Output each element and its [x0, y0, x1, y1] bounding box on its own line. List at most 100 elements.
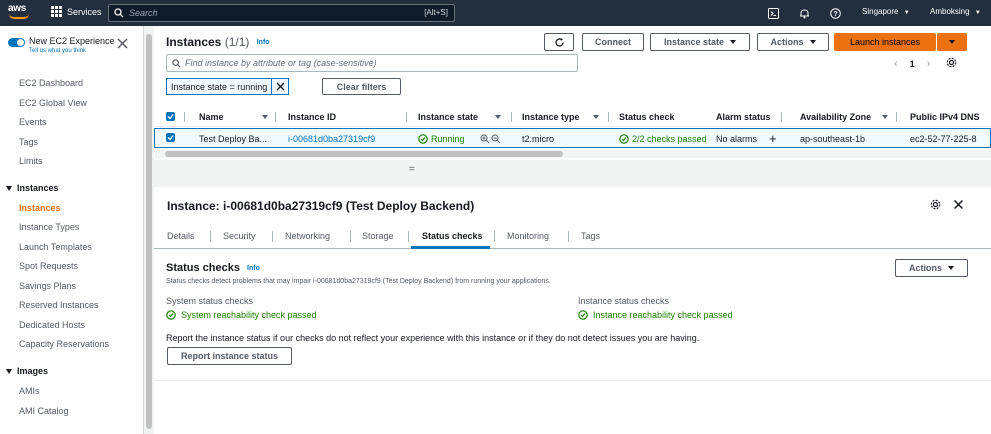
sort-down-icon[interactable]	[593, 115, 599, 119]
tab-separator	[494, 231, 495, 242]
column-header-public-ipv4-dns[interactable]: Public IPv4 DNS	[910, 112, 980, 122]
horizontal-scrollbar[interactable]	[155, 150, 991, 158]
add-alarm-icon[interactable]: +	[769, 131, 777, 146]
close-icon[interactable]	[953, 199, 964, 212]
cell-name: Test Deploy Ba...	[199, 134, 268, 144]
close-icon[interactable]	[272, 82, 288, 91]
sidebar-item-capacity-reservations[interactable]: Capacity Reservations	[19, 339, 109, 349]
close-icon[interactable]	[117, 38, 129, 50]
sort-down-icon[interactable]	[882, 115, 888, 119]
cloudshell-icon[interactable]	[766, 6, 780, 20]
column-header-instance-state[interactable]: Instance state	[418, 112, 478, 122]
zoom-in-icon[interactable]	[480, 134, 490, 144]
sidebar-item-tags[interactable]: Tags	[19, 137, 38, 147]
caret-down-icon	[6, 368, 12, 374]
sidebar-item-instance-types[interactable]: Instance Types	[19, 222, 79, 232]
scrollbar-thumb[interactable]	[146, 34, 152, 429]
toggle-switch[interactable]	[8, 38, 25, 47]
sidebar-section-images[interactable]: Images	[6, 366, 48, 376]
info-link[interactable]: Info	[257, 39, 270, 46]
filter-chip: Instance state = running	[166, 78, 290, 95]
column-header-status-check[interactable]: Status check	[619, 112, 675, 122]
clear-filters-button[interactable]: Clear filters	[322, 78, 401, 95]
page-number[interactable]: 1	[910, 59, 915, 69]
check-circle-icon	[418, 134, 428, 144]
actions-button[interactable]: Actions	[895, 259, 968, 277]
tab-security[interactable]: Security	[223, 231, 256, 241]
chevron-right-icon[interactable]: ›	[927, 58, 931, 70]
check-circle-icon	[166, 310, 176, 320]
tab-status-checks[interactable]: Status checks	[422, 231, 483, 241]
tab-monitoring[interactable]: Monitoring	[507, 231, 549, 241]
find-instance-input[interactable]	[185, 58, 565, 68]
instance-id-link[interactable]: i-00681d0ba27319cf9	[288, 134, 375, 144]
new-experience-toggle[interactable]: New EC2 Experience Tell us what you thin…	[8, 36, 115, 54]
sidebar-section-instances[interactable]: Instances	[6, 183, 59, 193]
sidebar-scrollbar[interactable]	[145, 26, 153, 434]
split-drag-handle[interactable]: =	[409, 164, 415, 175]
region-selector[interactable]: Singapore ▼	[862, 7, 910, 16]
tab-storage[interactable]: Storage	[362, 231, 394, 241]
sidebar-item-amis[interactable]: AMIs	[19, 386, 40, 396]
info-link[interactable]: Info	[247, 265, 260, 272]
refresh-button[interactable]	[544, 33, 574, 51]
column-header-name[interactable]: Name	[199, 112, 224, 122]
table-row[interactable]: Test Deploy Ba... i-00681d0ba27319cf9 Ru…	[154, 128, 991, 148]
column-header-instance-id[interactable]: Instance ID	[288, 112, 336, 122]
sidebar-item-limits[interactable]: Limits	[19, 156, 43, 166]
status-value-text: Instance reachability check passed	[593, 310, 733, 320]
cell-status-check[interactable]: 2/2 checks passed	[619, 134, 707, 144]
section-title-text: Status checks	[166, 262, 240, 274]
sidebar-item-spot-requests[interactable]: Spot Requests	[19, 261, 78, 271]
report-instance-status-button[interactable]: Report instance status	[167, 347, 292, 365]
launch-instances-button[interactable]: Launch instances	[834, 33, 936, 51]
sidebar-item-events[interactable]: Events	[19, 117, 47, 127]
sidebar-item-ec2-global-view[interactable]: EC2 Global View	[19, 98, 87, 108]
column-separator	[896, 112, 897, 122]
help-icon[interactable]: ?	[828, 6, 842, 20]
filter-chip-label: Instance state = running	[167, 79, 273, 94]
search-icon	[109, 5, 129, 21]
sidebar-item-savings-plans[interactable]: Savings Plans	[19, 281, 76, 291]
connect-button[interactable]: Connect	[582, 33, 644, 51]
column-header-availability-zone[interactable]: Availability Zone	[800, 112, 871, 122]
row-checkbox[interactable]	[166, 133, 175, 142]
tab-networking[interactable]: Networking	[285, 231, 330, 241]
aws-logo[interactable]: aws	[8, 3, 30, 21]
column-header-alarm-status[interactable]: Alarm status	[716, 112, 771, 122]
sidebar-item-instances[interactable]: Instances	[19, 203, 61, 213]
column-header-instance-type[interactable]: Instance type	[522, 112, 580, 122]
sidebar-item-launch-templates[interactable]: Launch Templates	[19, 242, 92, 252]
bell-icon[interactable]	[797, 6, 811, 20]
sidebar-item-reserved-instances[interactable]: Reserved Instances	[19, 300, 99, 310]
search-input[interactable]	[129, 8, 399, 18]
sort-down-icon[interactable]	[495, 115, 501, 119]
find-instance-search[interactable]	[166, 54, 578, 72]
tab-separator	[408, 231, 409, 242]
tab-details[interactable]: Details	[167, 231, 195, 241]
settings-gear-icon[interactable]	[930, 199, 941, 212]
global-search[interactable]: [Alt+S]	[108, 4, 455, 22]
select-all-checkbox[interactable]	[166, 112, 175, 121]
instance-count: (1/1)	[224, 35, 250, 49]
tab-separator	[568, 231, 569, 242]
zoom-out-icon[interactable]	[491, 134, 501, 144]
sidebar-item-ami-catalog[interactable]: AMI Catalog	[19, 406, 69, 416]
section-label: Instances	[17, 183, 59, 193]
settings-gear-icon[interactable]	[946, 57, 957, 70]
sidebar-item-dedicated-hosts[interactable]: Dedicated Hosts	[19, 320, 85, 330]
details-title: Instance: i-00681d0ba27319cf9 (Test Depl…	[167, 199, 475, 213]
tab-tags[interactable]: Tags	[581, 231, 600, 241]
actions-button[interactable]: Actions	[757, 33, 829, 51]
feedback-link[interactable]: Tell us what you think	[29, 48, 115, 54]
account-menu[interactable]: Amboksing ▼	[930, 7, 981, 16]
chevron-left-icon[interactable]: ‹	[894, 58, 898, 70]
section-divider	[154, 380, 991, 381]
scrollbar-thumb[interactable]	[165, 151, 563, 157]
services-menu[interactable]: Services	[51, 6, 102, 17]
launch-dropdown-button[interactable]	[937, 33, 967, 51]
sort-down-icon[interactable]	[262, 115, 268, 119]
instance-state-button[interactable]: Instance state	[650, 33, 750, 51]
sidebar-item-ec2-dashboard[interactable]: EC2 Dashboard	[19, 78, 83, 88]
column-separator	[275, 112, 276, 122]
